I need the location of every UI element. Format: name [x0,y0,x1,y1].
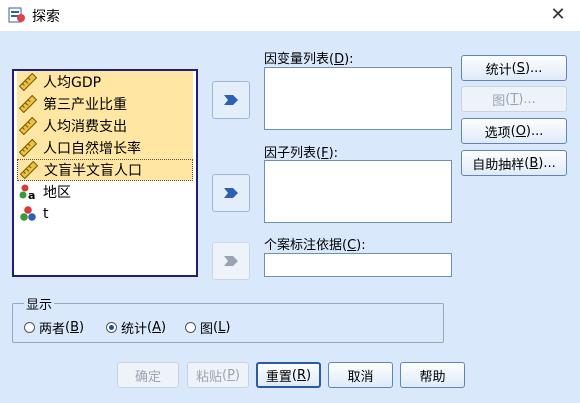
ruler-icon [20,161,38,179]
move-to-dependent-button[interactable] [212,81,250,119]
title-bar: 探索 ✕ [0,0,580,30]
variable-item[interactable]: 人均GDP [17,71,193,93]
nominal-circles-icon [20,206,36,221]
nominal-icon: a [19,184,35,201]
radio-plots[interactable]: 图(L) [185,318,230,337]
ok-button[interactable]: 确定 [117,362,179,388]
variable-item[interactable]: 人均消费支出 [17,115,193,137]
variable-item[interactable]: 人口自然增长率 [17,137,193,159]
svg-text:a: a [28,189,35,201]
radio-both[interactable]: 两者(B) [24,318,84,337]
variable-item[interactable]: a 地区 [17,181,193,203]
variable-item[interactable]: t [17,203,193,225]
case-label-box[interactable] [264,253,452,277]
reset-button[interactable]: 重置(R) [256,362,321,388]
plots-button[interactable]: 图(T)... [461,86,567,112]
variable-label: t [43,206,49,222]
variable-label: 文盲半文盲人口 [44,163,142,179]
move-to-case-label-button[interactable] [212,242,250,280]
display-group-label: 显示 [24,294,55,313]
case-label-label: 个案标注依据(C): [264,238,366,253]
factor-list-label: 因子列表(F): [264,146,339,161]
source-variable-list[interactable]: 人均GDP 第三产业比重 人均消费支出 人口自然增长率 文盲半文盲人口 a 地区… [12,69,198,277]
radio-circle [24,322,35,333]
radio-circle [185,322,196,333]
factor-list-box[interactable] [264,160,452,223]
dependent-list-label: 因变量列表(D): [264,52,354,67]
variable-label: 地区 [43,185,71,201]
paste-button[interactable]: 粘贴(P) [187,362,249,388]
variable-label: 人口自然增长率 [43,141,141,157]
options-button[interactable]: 选项(O)... [461,118,567,144]
bootstrap-button[interactable]: 自助抽样(B)... [461,150,567,176]
ruler-icon [19,117,37,135]
statistics-button[interactable]: 统计(S)... [461,55,567,81]
variable-item[interactable]: 文盲半文盲人口 [17,159,193,181]
close-icon[interactable]: ✕ [546,3,570,27]
ruler-icon [19,73,37,91]
arrow-right-icon [224,95,238,105]
radio-circle-checked [106,322,117,333]
radio-statistics[interactable]: 统计(A) [106,318,166,337]
arrow-right-icon [224,188,238,198]
ruler-icon [19,95,37,113]
arrow-right-icon [224,256,238,266]
variable-label: 第三产业比重 [43,97,127,113]
variable-label: 人均消费支出 [43,119,127,135]
move-to-factor-button[interactable] [212,174,250,212]
variable-item[interactable]: 第三产业比重 [17,93,193,115]
help-button[interactable]: 帮助 [400,362,465,388]
cancel-button[interactable]: 取消 [328,362,393,388]
spss-app-icon [8,7,25,23]
window-title: 探索 [32,9,60,25]
ruler-icon [19,139,37,157]
variable-label: 人均GDP [43,75,102,91]
dependent-list-box[interactable] [264,67,452,130]
